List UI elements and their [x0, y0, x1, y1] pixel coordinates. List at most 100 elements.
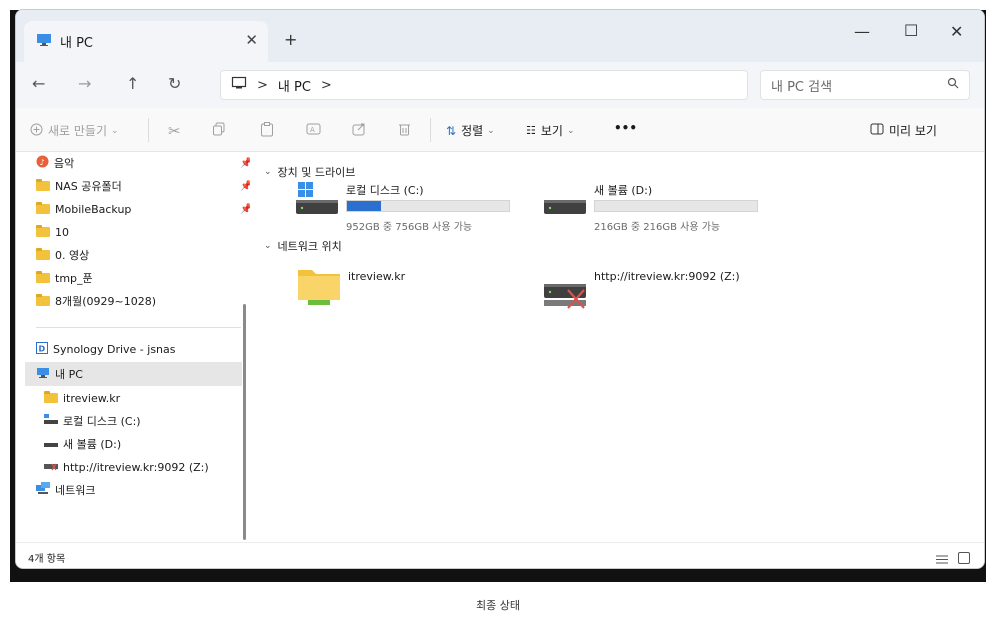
rename-icon: A: [306, 122, 321, 139]
cut-button[interactable]: ✂: [168, 122, 181, 140]
sidebar-item-label: 네트워크: [55, 484, 96, 497]
new-button[interactable]: 새로 만들기 ⌄: [30, 122, 119, 139]
more-options-button[interactable]: •••: [614, 121, 637, 135]
sidebar-item-label: 0. 영상: [55, 249, 90, 262]
sidebar-item-label: itreview.kr: [63, 391, 121, 405]
search-icon: [947, 77, 959, 92]
svg-text:♪: ♪: [40, 158, 45, 167]
sidebar-item-label: 새 볼륨 (D:): [63, 438, 122, 451]
minimize-button[interactable]: —: [854, 22, 870, 41]
file-explorer-window: 내 PC ✕ + — ☐ ✕ ← → ↑ ↻ > 내 PC > 내 PC 검색: [15, 9, 985, 569]
preview-label: 미리 보기: [889, 124, 937, 138]
rename-button[interactable]: A: [306, 122, 321, 139]
navigation-pane: ♪ 음악 📌 NAS 공유폴더 📌 MobileBackup 📌 10 0. 영…: [16, 152, 252, 542]
forward-button[interactable]: →: [78, 74, 91, 93]
sidebar-divider: [36, 327, 241, 328]
breadcrumb-separator[interactable]: >: [321, 78, 332, 93]
sidebar-item-nas-share[interactable]: NAS 공유폴더 📌: [36, 175, 252, 197]
sidebar-item-label: NAS 공유폴더: [55, 180, 122, 193]
sidebar-item-label: 음악: [54, 157, 75, 170]
details-view-icon[interactable]: [936, 550, 948, 568]
sidebar-item-label: 내 PC: [55, 368, 83, 381]
title-bar: 내 PC ✕ + — ☐ ✕: [16, 10, 984, 62]
close-button[interactable]: ✕: [950, 22, 963, 41]
sidebar-item-my-pc[interactable]: 내 PC: [36, 363, 83, 385]
address-bar[interactable]: > 내 PC >: [220, 70, 748, 100]
sidebar-item-itreview[interactable]: itreview.kr: [44, 387, 120, 409]
drive-free-space: 952GB 중 756GB 사용 가능: [346, 222, 473, 233]
up-button[interactable]: ↑: [126, 74, 139, 93]
chevron-down-icon: ⌄: [264, 167, 272, 177]
local-disk-icon: [296, 182, 340, 222]
copy-button[interactable]: [212, 122, 226, 139]
preview-pane-icon: [870, 123, 884, 138]
sort-button[interactable]: ⇅ 정렬 ⌄: [446, 122, 495, 139]
pc-icon: [36, 33, 52, 51]
item-count: 4개 항목: [28, 554, 66, 565]
drive-usage-bar: [346, 200, 510, 212]
tiles-view-icon[interactable]: [958, 549, 970, 568]
share-button[interactable]: [352, 122, 366, 139]
search-box[interactable]: 내 PC 검색: [760, 70, 970, 100]
sidebar-item-music[interactable]: ♪ 음악 📌: [36, 152, 252, 174]
paste-button[interactable]: [260, 122, 274, 140]
view-list-icon: ☷: [526, 124, 536, 137]
sidebar-item-label: tmp_푼: [55, 272, 93, 285]
sidebar-item-local-disk-c[interactable]: 로컬 디스크 (C:): [44, 410, 141, 432]
sidebar-item-label: MobileBackup: [55, 202, 132, 216]
toolbar-divider: [148, 118, 149, 142]
new-button-label: 새로 만들기: [48, 124, 108, 138]
network-icon: [36, 482, 50, 498]
group-header-devices[interactable]: ⌄ 장치 및 드라이브: [264, 164, 355, 180]
drive-name: 새 볼륨 (D:): [594, 184, 653, 197]
sidebar-item-10[interactable]: 10: [36, 221, 69, 243]
sidebar-item-label: Synology Drive - jsnas: [53, 342, 176, 356]
sidebar-item-video[interactable]: 0. 영상: [36, 244, 89, 266]
view-button[interactable]: ☷ 보기 ⌄: [526, 122, 575, 139]
folder-icon: [36, 179, 50, 191]
sidebar-scrollbar[interactable]: [243, 304, 246, 540]
folder-icon: [36, 294, 50, 306]
new-tab-button[interactable]: +: [284, 30, 297, 49]
refresh-button[interactable]: ↻: [168, 74, 181, 93]
sidebar-item-new-volume-d[interactable]: 새 볼륨 (D:): [44, 433, 121, 455]
pc-icon: [36, 367, 50, 382]
scissors-icon: ✂: [168, 122, 181, 140]
tab-title: 내 PC: [60, 36, 94, 51]
sidebar-item-network-drive-z[interactable]: http://itreview.kr:9092 (Z:): [44, 456, 209, 478]
sidebar-item-label: 8개월(0929~1028): [55, 295, 157, 308]
drive-icon: [44, 414, 58, 428]
sidebar-item-synology-drive[interactable]: D Synology Drive - jsnas: [36, 338, 176, 360]
sidebar-item-8months[interactable]: 8개월(0929~1028): [36, 290, 156, 312]
drive-icon: [44, 438, 58, 451]
group-header-label: 네트워크 위치: [277, 240, 342, 253]
monitor-icon: [231, 76, 247, 94]
sidebar-item-mobilebackup[interactable]: MobileBackup 📌: [36, 198, 252, 220]
trash-icon: [398, 122, 411, 139]
sidebar-item-network[interactable]: 네트워크: [36, 479, 95, 501]
svg-text:D: D: [39, 344, 46, 353]
folder-icon: [36, 248, 50, 260]
chevron-down-icon: ⌄: [487, 125, 495, 136]
group-header-label: 장치 및 드라이브: [277, 166, 356, 179]
network-folder-icon: [298, 266, 342, 310]
drive-name: 로컬 디스크 (C:): [346, 184, 424, 197]
delete-button[interactable]: [398, 122, 411, 139]
preview-pane-button[interactable]: 미리 보기: [870, 122, 937, 139]
tab-my-pc[interactable]: 내 PC ✕: [24, 21, 268, 62]
maximize-button[interactable]: ☐: [904, 21, 918, 40]
folder-icon: [44, 391, 58, 403]
svg-text:A: A: [310, 126, 315, 134]
sidebar-item-tmp[interactable]: tmp_푼: [36, 267, 93, 289]
back-button[interactable]: ←: [32, 74, 45, 93]
tab-close-icon[interactable]: ✕: [245, 31, 258, 49]
group-header-network[interactable]: ⌄ 네트워크 위치: [264, 238, 342, 254]
music-icon: ♪: [36, 155, 49, 171]
share-icon: [352, 122, 366, 139]
sort-label: 정렬: [461, 124, 484, 138]
toolbar-divider: [430, 118, 431, 142]
drive-usage-fill: [347, 201, 382, 211]
synology-icon: D: [36, 341, 48, 357]
drive-free-space: 216GB 중 216GB 사용 가능: [594, 222, 721, 233]
breadcrumb-my-pc[interactable]: 내 PC: [278, 76, 311, 95]
